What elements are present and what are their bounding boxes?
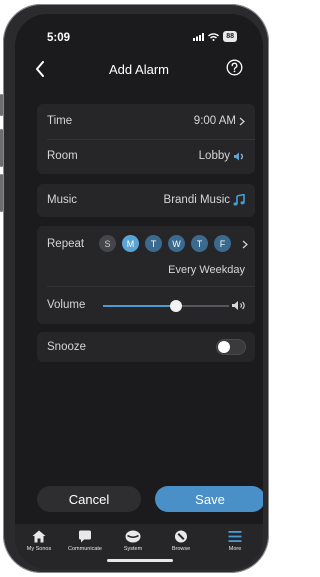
phone-frame: 5:09 88 Add Alarm Time 9:00 AM Room Lobb… <box>0 4 269 573</box>
speaker-icon <box>125 530 141 543</box>
time-value-text: 9:00 AM <box>193 115 236 127</box>
volume-slider-track <box>103 300 229 312</box>
tab-system[interactable]: System <box>109 530 157 552</box>
tab-label: Communicate <box>68 546 102 552</box>
music-card[interactable]: Music Brandi Music <box>37 184 255 217</box>
chevron-right-icon <box>239 117 245 125</box>
tab-my-sonos[interactable]: My Sonos <box>15 530 63 552</box>
music-note-icon <box>233 194 245 206</box>
battery-indicator: 88 <box>223 31 237 42</box>
day-toggle[interactable]: S <box>99 235 116 252</box>
tab-label: System <box>123 546 143 552</box>
tab-label: More <box>228 546 242 552</box>
snooze-toggle[interactable] <box>216 339 246 355</box>
signal-icon <box>193 32 205 41</box>
status-time: 5:09 <box>47 32 71 44</box>
save-button[interactable]: Save <box>155 486 263 512</box>
tab-label: Browse <box>171 546 191 552</box>
room-row[interactable]: Room Lobby <box>37 139 255 174</box>
tab-more[interactable]: More <box>211 530 259 552</box>
nav-bar: Add Alarm <box>15 58 263 84</box>
chat-icon <box>79 530 91 543</box>
volume-slider[interactable] <box>37 292 255 316</box>
repeat-summary: Every Weekday <box>168 264 245 276</box>
snooze-card: Snooze <box>37 332 255 362</box>
room-value: Lobby <box>199 150 245 162</box>
day-toggle[interactable]: T <box>145 235 162 252</box>
side-button <box>0 174 3 212</box>
time-room-card: Time 9:00 AM Room Lobby <box>37 104 255 174</box>
time-label: Time <box>47 115 73 127</box>
snooze-toggle-knob <box>218 341 230 353</box>
room-value-text: Lobby <box>198 150 230 162</box>
volume-row: Volume <box>37 286 255 324</box>
app-screen: 5:09 88 Add Alarm Time 9:00 AM Room Lobb… <box>15 14 263 569</box>
help-circle-icon[interactable] <box>226 59 243 76</box>
time-value: 9:00 AM <box>194 115 245 127</box>
room-label: Room <box>47 150 78 162</box>
music-value: Brandi Music <box>164 194 245 206</box>
status-icons: 88 <box>193 31 237 42</box>
tab-communicate[interactable]: Communicate <box>61 530 109 552</box>
status-bar: 5:09 88 <box>15 14 263 52</box>
day-toggle[interactable]: T <box>191 235 208 252</box>
cancel-button[interactable]: Cancel <box>37 486 141 512</box>
music-value-text: Brandi Music <box>163 194 230 206</box>
repeat-label: Repeat <box>47 238 85 250</box>
tab-bar: My Sonos Communicate System Browse More <box>15 524 263 569</box>
side-button <box>0 94 3 116</box>
home-indicator <box>107 559 173 562</box>
wifi-icon <box>208 32 220 41</box>
day-toggle[interactable]: M <box>122 235 139 252</box>
day-selector: SMTWTF <box>99 235 231 252</box>
time-row[interactable]: Time 9:00 AM <box>37 104 255 139</box>
tab-label: My Sonos <box>26 546 52 552</box>
menu-icon <box>228 531 242 542</box>
volume-slider-thumb[interactable] <box>170 300 183 312</box>
chevron-right-icon[interactable] <box>242 240 248 249</box>
volume-slider-fill <box>103 305 177 307</box>
home-icon <box>32 530 46 543</box>
tab-browse[interactable]: Browse <box>157 530 205 552</box>
snooze-label: Snooze <box>47 341 87 353</box>
day-toggle[interactable]: W <box>168 235 185 252</box>
repeat-volume-card: Repeat SMTWTF Every Weekday Volume <box>37 226 255 324</box>
speaker-room-icon <box>234 152 243 160</box>
music-label: Music <box>47 194 78 206</box>
day-toggle[interactable]: F <box>214 235 231 252</box>
volume-speaker-icon <box>232 301 245 310</box>
side-button <box>0 129 3 167</box>
compass-icon <box>174 530 188 543</box>
